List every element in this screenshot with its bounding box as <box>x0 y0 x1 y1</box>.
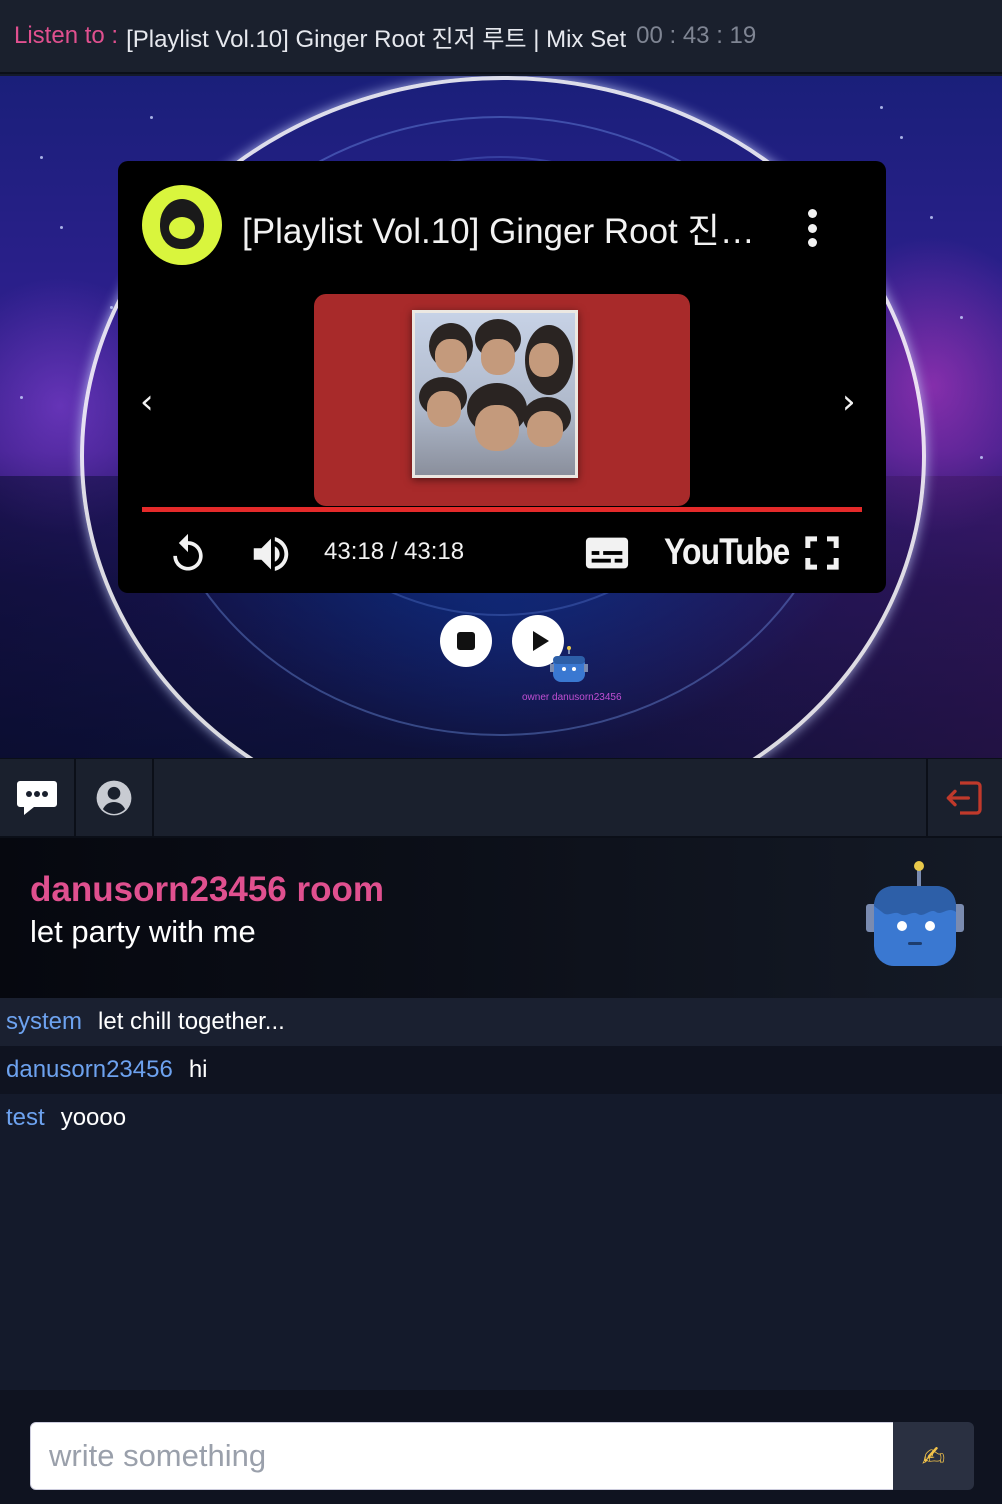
background-star <box>150 116 153 119</box>
background-star <box>60 226 63 229</box>
background-star <box>900 136 903 139</box>
volume-icon[interactable] <box>248 531 294 577</box>
message-username[interactable]: test <box>6 1104 45 1132</box>
robot-avatar-icon <box>866 861 964 966</box>
subtitles-icon[interactable] <box>584 533 630 573</box>
message-text: hi <box>188 1056 208 1083</box>
now-playing-title: [Playlist Vol.10] Ginger Root 진저 루트 | Mi… <box>126 25 627 53</box>
stage: [Playlist Vol.10] Ginger Root 진저 루트 | Mi… <box>0 76 1002 758</box>
chat-bubble-icon <box>17 781 57 815</box>
play-icon <box>532 631 549 651</box>
owner-label: owner danusorn23456 <box>522 692 622 703</box>
room-subtitle: let party with me <box>30 914 256 949</box>
exit-room-button[interactable] <box>926 759 1002 837</box>
chat-message: danusorn23456 hi <box>0 1046 1002 1094</box>
background-star <box>110 306 113 309</box>
message-text: let chill together... <box>98 1008 285 1035</box>
youtube-logo[interactable]: YouTube <box>664 531 790 573</box>
room-title: danusorn23456 room <box>30 870 384 909</box>
background-star <box>40 156 43 159</box>
chat-list: system let chill together... danusorn234… <box>0 998 1002 1390</box>
video-time: 43:18 / 43:18 <box>324 538 465 565</box>
fullscreen-icon[interactable] <box>802 533 842 573</box>
message-username[interactable]: danusorn23456 <box>6 1056 173 1084</box>
writing-hand-icon: ✍ <box>921 1439 946 1473</box>
now-playing-label: Listen to : <box>14 22 119 49</box>
toolbar <box>0 758 1002 838</box>
album-cover <box>412 310 578 478</box>
youtube-player[interactable]: [Playlist Vol.10] Ginger Root 진저 루트 | Mi… <box>118 161 886 593</box>
now-playing-bar: Listen to : [Playlist Vol.10] Ginger Roo… <box>0 0 1002 74</box>
chat-tab-button[interactable] <box>0 759 76 837</box>
replay-icon[interactable] <box>166 531 210 577</box>
background-star <box>930 216 933 219</box>
robot-avatar-icon <box>550 646 588 682</box>
chat-message: test yoooo <box>0 1094 1002 1142</box>
user-circle-icon <box>96 780 132 816</box>
compose-bar: ✍ <box>0 1390 1002 1504</box>
next-chevron-icon[interactable]: › <box>842 385 856 419</box>
channel-logo[interactable] <box>142 185 222 265</box>
send-button[interactable]: ✍ <box>893 1422 974 1490</box>
chat-message: system let chill together... <box>0 998 1002 1046</box>
video-thumbnail <box>314 294 690 506</box>
background-star <box>960 316 963 319</box>
now-playing-timer: 00 : 43 : 19 <box>636 22 757 49</box>
background-star <box>880 106 883 109</box>
background-star <box>20 396 23 399</box>
stop-icon <box>457 632 475 650</box>
users-tab-button[interactable] <box>76 759 154 837</box>
background-star <box>980 456 983 459</box>
exit-icon <box>946 781 982 815</box>
message-username[interactable]: system <box>6 1008 82 1036</box>
message-text: yoooo <box>60 1104 127 1131</box>
video-title[interactable]: [Playlist Vol.10] Ginger Root 진저 루트 | Mi… <box>242 203 762 254</box>
message-input[interactable] <box>30 1422 894 1490</box>
stop-button[interactable] <box>440 615 492 667</box>
room-header: danusorn23456 room let party with me <box>0 838 1002 998</box>
video-progress-bar[interactable] <box>142 507 862 512</box>
more-options-icon[interactable] <box>806 209 818 247</box>
previous-chevron-icon[interactable]: ‹ <box>140 385 154 419</box>
